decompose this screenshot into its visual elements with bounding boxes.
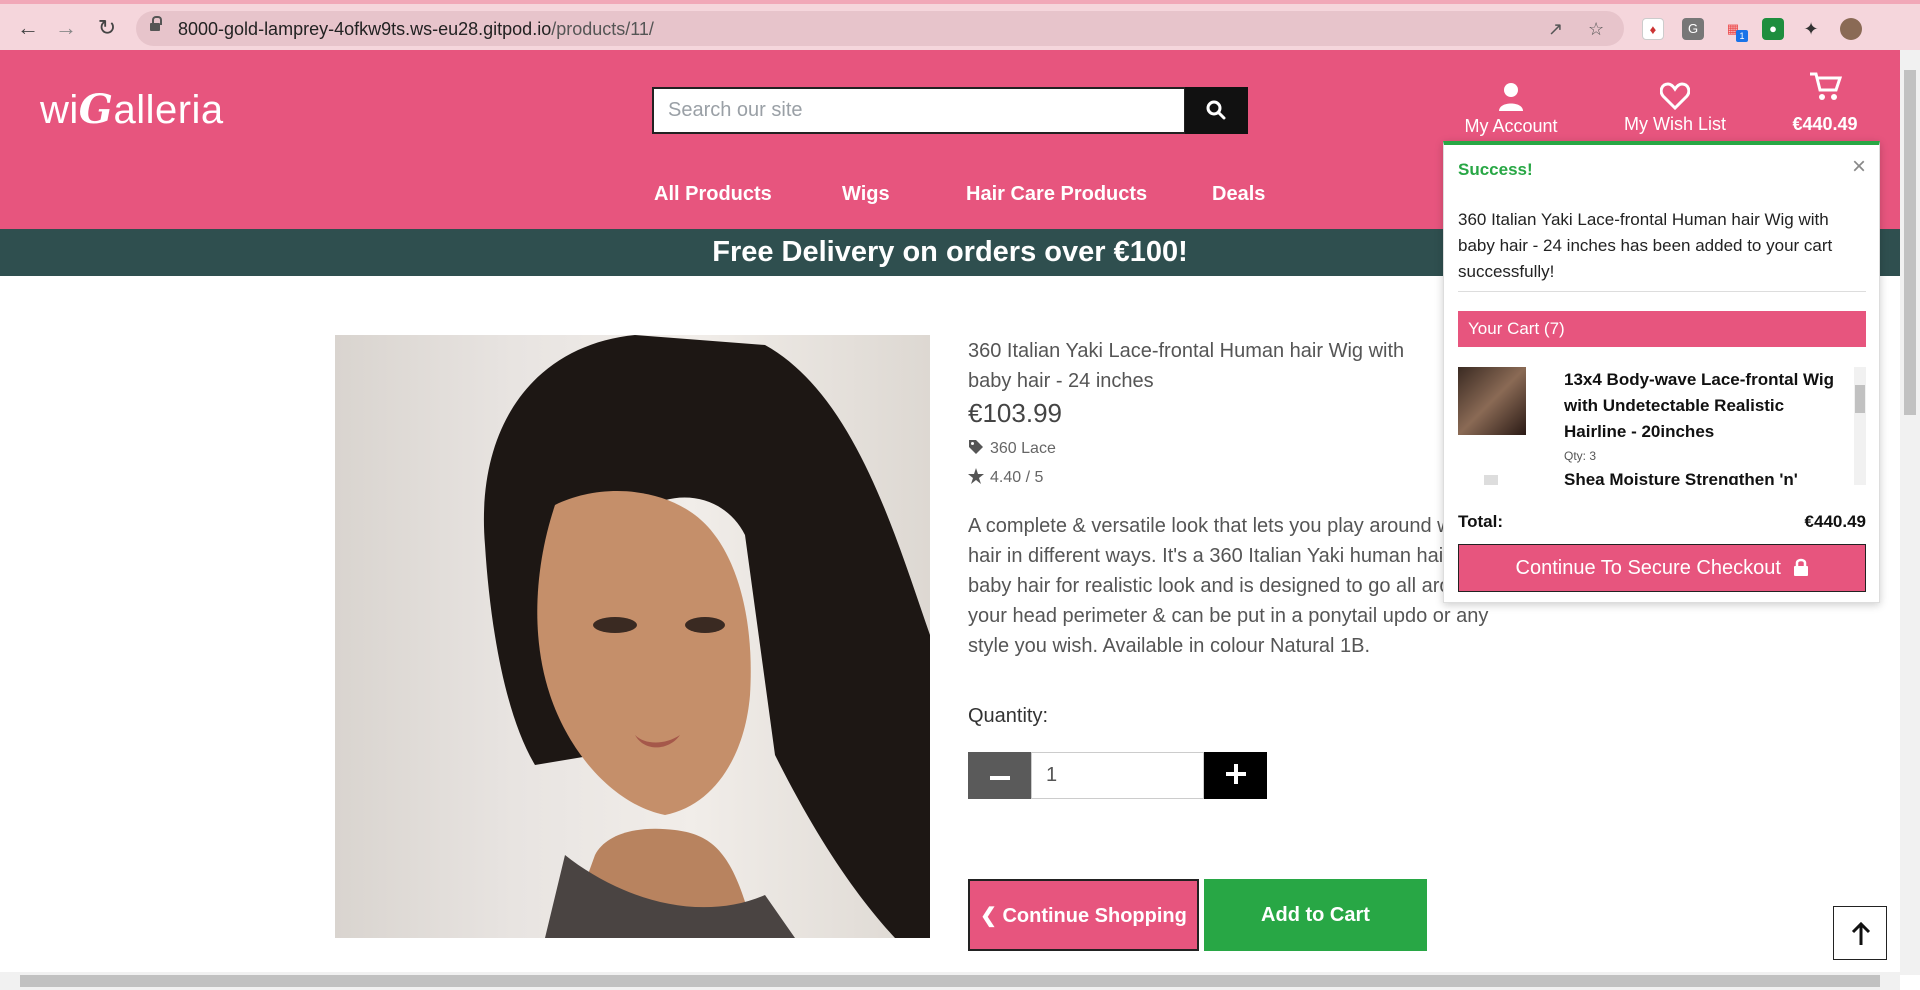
cart-summary-header: Your Cart (7) [1458,311,1866,347]
cart-total-label: Total: [1458,512,1504,531]
product-image [335,335,930,938]
share-icon[interactable]: ↗ [1548,19,1563,40]
product-rating: 4.40 / 5 [968,468,1043,487]
cart-total: €440.49 [1792,114,1858,134]
extensions-puzzle-icon[interactable]: ✦ [1800,18,1822,40]
search-button[interactable] [1185,87,1248,134]
heart-icon [1660,82,1690,110]
plus-icon [1225,764,1246,784]
minus-icon [989,776,1010,780]
page-horizontal-scrollbar[interactable] [0,972,1900,990]
toast-message: 360 Italian Yaki Lace-frontal Human hair… [1458,210,1833,281]
checkout-label: Continue To Secure Checkout [1515,556,1781,579]
cart-item-image [1458,367,1526,435]
close-icon[interactable]: × [1852,153,1866,181]
cart-item-name: Shea Moisture Strengthen 'n' [1564,470,1798,485]
back-icon[interactable]: ← [14,14,42,42]
product-title: 360 Italian Yaki Lace-frontal Human hair… [968,340,1405,392]
product-category-label: 360 Lace [990,440,1056,457]
nav-wigs[interactable]: Wigs [842,183,890,206]
cart-item-image [1484,475,1498,485]
product-category[interactable]: 360 Lace [968,439,1056,458]
product-rating-value: 4.40 / 5 [990,469,1044,486]
my-account-link[interactable]: My Account [1452,82,1570,137]
cart-total-value: €440.49 [1804,512,1866,531]
url-text: 8000-gold-lamprey-4ofkw9ts.ws-eu28.gitpo… [178,19,654,39]
search-input[interactable] [652,87,1186,134]
extension-shield-icon[interactable]: ♦ [1642,18,1664,40]
lock-icon [1794,558,1809,576]
extension-network-icon[interactable]: ▦ 1 [1722,18,1748,42]
cart-link[interactable]: €440.49 [1782,70,1868,135]
reload-icon[interactable]: ↻ [93,14,121,42]
mannequin-wig-image [483,335,930,938]
cart-item-qty: Qty: 3 [1564,449,1597,463]
quantity-input[interactable] [1031,752,1204,799]
star-icon[interactable]: ☆ [1588,19,1604,40]
cart-item-list[interactable]: 13x4 Body-wave Lace-frontal Wig with Und… [1458,367,1866,485]
search-icon [1206,100,1226,120]
profile-avatar[interactable] [1840,18,1862,40]
secure-checkout-button[interactable]: Continue To Secure Checkout [1458,544,1866,592]
quantity-label: Quantity: [968,705,1049,727]
cart-icon [1810,72,1842,100]
quantity-increment-button[interactable] [1204,752,1267,799]
wishlist-label: My Wish List [1623,114,1726,134]
address-bar[interactable]: 8000-gold-lamprey-4ofkw9ts.ws-eu28.gitpo… [136,11,1624,46]
cart-item-name: 13x4 Body-wave Lace-frontal Wig with Und… [1564,370,1835,441]
cart-list-scrollbar[interactable] [1854,367,1866,485]
extension-g-icon[interactable]: G [1682,18,1704,40]
toast-title: Success! [1458,160,1533,179]
chevron-left-icon: ❮ [980,904,997,927]
quantity-decrement-button[interactable] [968,752,1031,799]
add-to-cart-button[interactable]: Add to Cart [1204,879,1427,951]
scrollbar-thumb[interactable] [1904,70,1916,415]
nav-all-products[interactable]: All Products [654,183,772,206]
continue-shopping-button[interactable]: ❮ Continue Shopping [968,879,1199,951]
product-price: €103.99 [968,398,1062,428]
user-icon [1499,83,1523,111]
lock-icon [150,16,162,33]
page-vertical-scrollbar[interactable] [1900,50,1920,975]
scrollbar-thumb[interactable] [20,975,1880,987]
nav-deals[interactable]: Deals [1212,183,1265,206]
forward-icon[interactable]: → [52,14,80,42]
browser-toolbar: ← → ↻ 8000-gold-lamprey-4ofkw9ts.ws-eu28… [0,0,1920,50]
wishlist-link[interactable]: My Wish List [1616,82,1734,135]
extension-shield-green-icon[interactable]: ● [1762,18,1784,40]
continue-shopping-label: Continue Shopping [1002,904,1187,927]
cart-success-toast: Success! × 360 Italian Yaki Lace-frontal… [1443,141,1880,603]
search-form [652,87,1248,134]
scrollbar-thumb[interactable] [1855,385,1865,413]
nav-hair-care[interactable]: Hair Care Products [966,183,1147,206]
site-logo[interactable]: wiGalleria [40,86,224,133]
star-rating-icon [968,468,984,484]
tag-icon [969,440,983,454]
divider [1458,291,1866,292]
my-account-label: My Account [1464,116,1558,136]
back-to-top-button[interactable] [1833,906,1887,960]
arrow-up-icon [1851,921,1871,945]
